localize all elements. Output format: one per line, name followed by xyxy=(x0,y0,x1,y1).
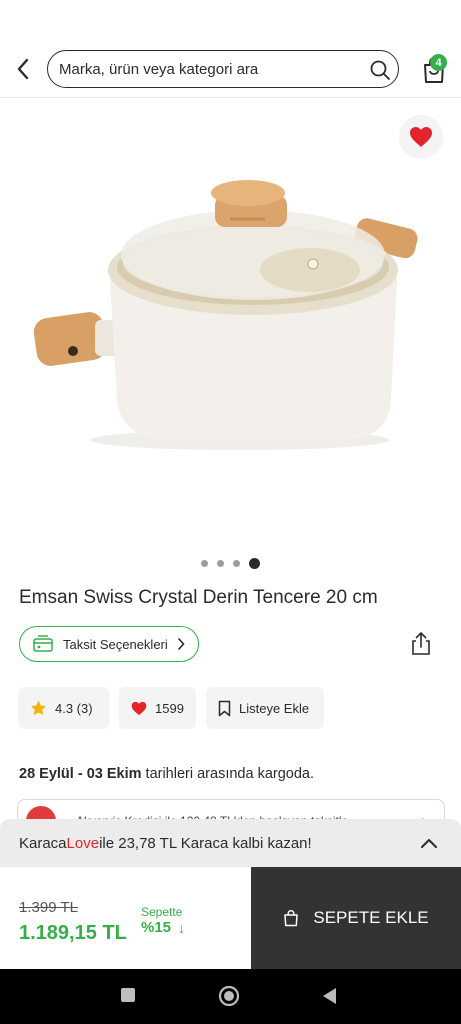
karaca-love-bar[interactable]: Karaca Love ile 23,78 TL Karaca kalbi ka… xyxy=(0,819,461,867)
carousel-dot[interactable] xyxy=(217,560,224,567)
search-placeholder: Marka, ürün veya kategori ara xyxy=(59,60,259,78)
back-triangle-icon[interactable] xyxy=(320,986,338,1006)
product-title: Emsan Swiss Crystal Derin Tencere 20 cm xyxy=(19,587,378,608)
chevron-left-icon xyxy=(17,58,29,80)
top-header: Marka, ürün veya kategori ara 4 xyxy=(0,0,461,98)
arrow-down-icon: ↓ xyxy=(178,920,185,936)
add-to-cart-button[interactable]: SEPETE EKLE xyxy=(251,867,461,969)
love-bar-highlight: Love xyxy=(66,834,100,852)
back-button[interactable] xyxy=(10,55,36,83)
product-image[interactable] xyxy=(25,175,435,455)
installment-options-label: Taksit Seçenekleri xyxy=(63,636,168,652)
chevron-up-icon[interactable] xyxy=(419,834,439,854)
shipping-info: 28 Eylül - 03 Ekim tarihleri arasında ka… xyxy=(19,766,314,782)
add-to-cart-label: SEPETE EKLE xyxy=(313,908,429,927)
old-price: 1.399 TL xyxy=(19,899,78,916)
favorite-button[interactable] xyxy=(399,115,443,159)
current-price: 1.189,15 TL xyxy=(19,922,127,944)
image-carousel-indicator xyxy=(0,558,461,569)
shipping-text: tarihleri arasında kargoda. xyxy=(141,766,315,782)
carousel-dot-active[interactable] xyxy=(249,558,260,569)
search-icon[interactable] xyxy=(369,59,391,81)
rating-chip[interactable]: 4.3 (3) xyxy=(18,687,109,729)
chevron-right-icon xyxy=(177,638,185,650)
love-bar-suffix: ile 23,78 TL Karaca kalbi kazan! xyxy=(99,834,312,852)
heart-icon xyxy=(410,127,432,147)
add-to-list-button[interactable]: Listeye Ekle xyxy=(206,687,324,729)
bookmark-icon xyxy=(218,700,231,716)
heart-icon xyxy=(131,701,147,715)
basket-discount-value: %15 xyxy=(141,919,172,936)
cart-count-badge: 4 xyxy=(430,54,447,71)
carousel-dot[interactable] xyxy=(201,560,208,567)
home-icon[interactable] xyxy=(218,985,240,1007)
recent-apps-icon[interactable] xyxy=(121,988,135,1002)
favorites-count-chip[interactable]: 1599 xyxy=(119,687,196,729)
shopping-bag-icon xyxy=(284,910,299,927)
favorites-count: 1599 xyxy=(155,700,184,716)
search-input[interactable]: Marka, ürün veya kategori ara xyxy=(47,50,399,88)
shipping-dates: 28 Eylül - 03 Ekim xyxy=(19,766,142,782)
installment-options-button[interactable]: Taksit Seçenekleri xyxy=(19,626,199,662)
add-to-list-label: Listeye Ekle xyxy=(239,700,310,716)
love-bar-prefix: Karaca xyxy=(19,834,67,852)
star-icon xyxy=(31,700,46,715)
card-installment-icon xyxy=(33,635,53,652)
basket-discount-label: Sepette xyxy=(141,905,183,919)
share-icon[interactable] xyxy=(408,631,434,657)
rating-value: 4.3 (3) xyxy=(55,700,93,716)
carousel-dot[interactable] xyxy=(233,560,240,567)
